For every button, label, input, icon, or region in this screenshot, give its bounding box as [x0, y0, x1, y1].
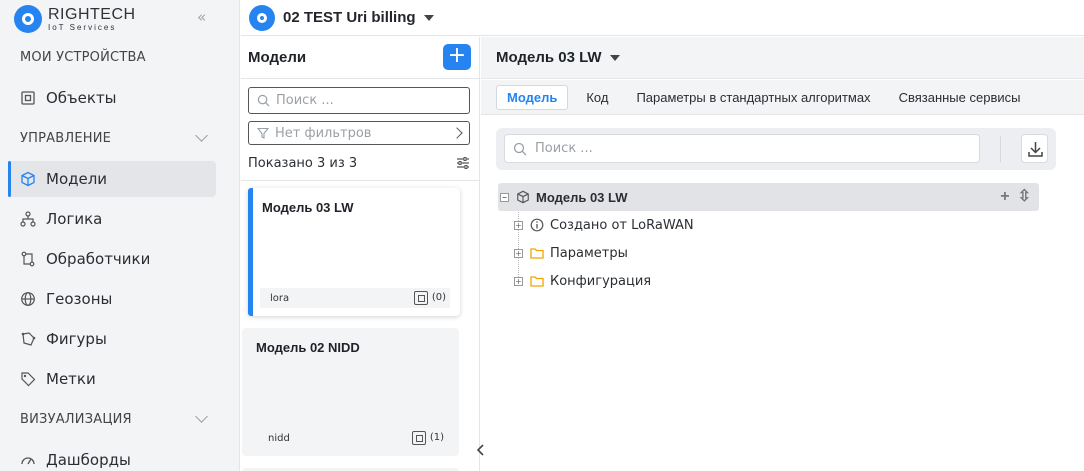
detail-title[interactable]: Модель 03 LW	[496, 49, 602, 66]
brand-name: RIGHTECH	[48, 5, 136, 23]
model-card[interactable]: Модель 02 NIDD nidd (1)	[242, 328, 459, 456]
detail-header: Модель 03 LW	[481, 37, 1084, 79]
tree-node-label: Создано от LoRaWAN	[550, 217, 694, 233]
tag-icon	[21, 372, 36, 387]
shapes-icon	[21, 332, 36, 346]
project-title[interactable]: 02 TEST Uri billing	[283, 9, 416, 26]
tab-model[interactable]: Модель	[496, 84, 569, 110]
tree-toolbar: Поиск ...	[496, 128, 1056, 170]
models-panel: Модели + Поиск ... Нет фильтров Показано…	[241, 37, 484, 471]
sidebar-item-label: Логика	[46, 210, 103, 228]
handlers-icon	[21, 251, 35, 267]
divider	[1000, 136, 1001, 162]
sidebar-item-label: Модели	[46, 170, 108, 188]
folder-icon	[530, 276, 544, 287]
section-visualization[interactable]: ВИЗУАЛИЗАЦИЯ	[20, 412, 132, 427]
chevron-down-icon[interactable]	[195, 410, 208, 423]
sidebar-item-models[interactable]: Модели	[8, 161, 216, 197]
object-icon	[414, 291, 428, 305]
sidebar-item-objects[interactable]: Объекты	[8, 80, 216, 116]
tree-node-row[interactable]: + Создано от LoRaWAN	[514, 211, 694, 239]
tree-node-label: Модель 03 LW	[536, 189, 628, 205]
cube-icon	[21, 171, 35, 187]
add-model-button[interactable]: +	[443, 44, 471, 70]
tree-root-row[interactable]: − Модель 03 LW + ⇳	[498, 183, 1039, 211]
search-placeholder: Поиск ...	[276, 93, 334, 108]
tree-node-row[interactable]: + Параметры	[514, 239, 628, 267]
model-card-footer: nidd (1)	[258, 428, 448, 448]
dashboard-icon	[21, 457, 35, 465]
tune-icon[interactable]	[456, 156, 470, 170]
folder-icon	[530, 248, 544, 259]
expand-node-icon[interactable]: +	[514, 248, 523, 258]
sidebar-item-dashboards[interactable]: Дашборды	[8, 442, 216, 471]
filter-label: Нет фильтров	[275, 125, 372, 141]
tab-linked-services[interactable]: Связанные сервисы	[889, 86, 1031, 109]
top-header: 02 TEST Uri billing	[241, 0, 1084, 36]
model-card-name: Модель 02 NIDD	[256, 340, 360, 355]
sidebar-item-logic[interactable]: Логика	[8, 201, 216, 237]
expand-node-icon[interactable]: +	[514, 276, 523, 286]
sidebar-item-label: Геозоны	[46, 290, 113, 308]
search-placeholder: Поиск ...	[535, 141, 593, 156]
model-card[interactable]: Модель 03 LW lora (0)	[248, 188, 460, 316]
drag-handle-icon[interactable]: ⇳	[1018, 189, 1031, 205]
globe-icon	[21, 292, 35, 306]
sidebar-item-handlers[interactable]: Обработчики	[8, 241, 216, 277]
model-card-tag: lora	[270, 292, 290, 304]
search-icon	[513, 142, 527, 155]
sidebar: RIGHTECH IoT Services « МОИ УСТРОЙСТВА О…	[0, 0, 240, 471]
download-icon	[1028, 142, 1043, 157]
section-management[interactable]: УПРАВЛЕНИЕ	[20, 131, 111, 146]
section-my-devices: МОИ УСТРОЙСТВА	[20, 50, 146, 65]
tree-node-label: Параметры	[550, 245, 628, 261]
sidebar-item-geozones[interactable]: Геозоны	[8, 281, 216, 317]
tree-node-label: Конфигурация	[550, 273, 652, 289]
collapse-node-icon[interactable]: −	[500, 192, 509, 202]
add-node-icon[interactable]: +	[1000, 189, 1009, 205]
collapse-sidebar-icon[interactable]: «	[197, 8, 206, 26]
info-icon	[530, 218, 544, 232]
brand-logo[interactable]: RIGHTECH IoT Services	[14, 4, 136, 34]
sidebar-item-label: Объекты	[46, 89, 117, 107]
sidebar-item-label: Дашборды	[46, 451, 131, 469]
tree-search-input[interactable]: Поиск ...	[504, 134, 980, 163]
sidebar-item-label: Метки	[46, 370, 96, 388]
logic-icon	[20, 211, 36, 227]
brand-subtitle: IoT Services	[48, 22, 117, 32]
model-card-count: (1)	[429, 432, 444, 443]
chevron-right-icon	[451, 127, 463, 139]
sidebar-item-shapes[interactable]: Фигуры	[8, 321, 216, 357]
object-icon	[21, 91, 35, 105]
divider	[241, 180, 479, 181]
caret-down-icon[interactable]	[609, 54, 620, 61]
expand-node-icon[interactable]: +	[514, 220, 523, 230]
caret-down-icon[interactable]	[423, 14, 434, 21]
chevron-left-icon[interactable]	[473, 437, 489, 463]
sidebar-item-tags[interactable]: Метки	[8, 361, 216, 397]
tab-standard-params[interactable]: Параметры в стандартных алгоритмах	[626, 86, 880, 109]
panel-title: Модели	[248, 49, 307, 66]
download-button[interactable]	[1021, 134, 1048, 163]
shown-count: Показано 3 из 3	[248, 156, 358, 171]
detail-tabs: Модель Код Параметры в стандартных алгор…	[481, 80, 1084, 115]
model-card-name: Модель 03 LW	[262, 200, 354, 215]
model-card-footer: lora (0)	[260, 288, 450, 308]
logo-icon	[14, 5, 42, 33]
object-icon	[412, 431, 426, 445]
model-card-tag: nidd	[268, 432, 290, 444]
model-card-count: (0)	[431, 292, 446, 303]
divider	[241, 78, 479, 79]
filter-icon	[257, 127, 269, 139]
search-input[interactable]: Поиск ...	[248, 87, 470, 114]
filter-button[interactable]: Нет фильтров	[248, 121, 470, 145]
search-icon	[257, 94, 270, 107]
sidebar-item-label: Фигуры	[46, 330, 107, 348]
chevron-down-icon[interactable]	[195, 129, 208, 142]
project-icon	[249, 4, 275, 31]
tree-node-row[interactable]: + Конфигурация	[514, 267, 651, 295]
sidebar-item-label: Обработчики	[46, 250, 151, 268]
tab-code[interactable]: Код	[576, 86, 618, 109]
cube-icon	[517, 190, 529, 204]
